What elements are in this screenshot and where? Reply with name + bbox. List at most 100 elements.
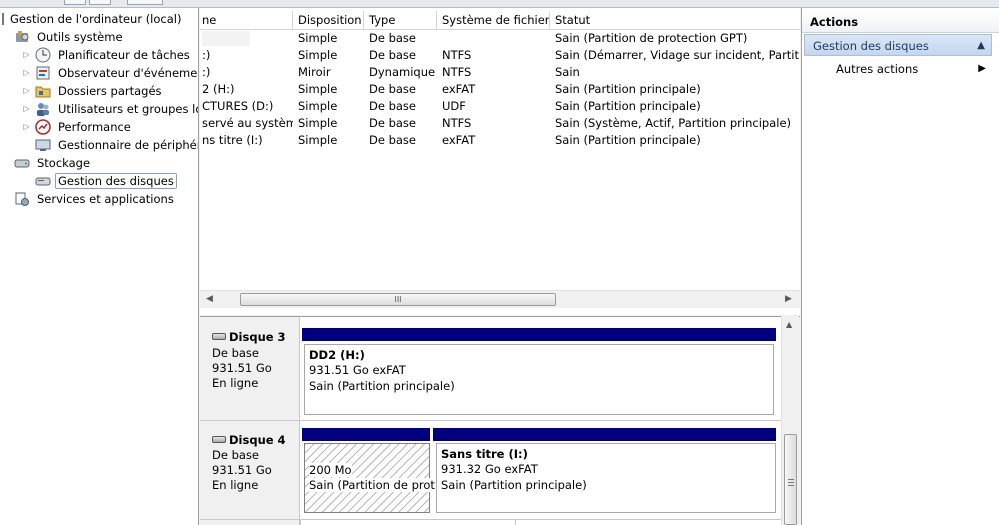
toolbar-button[interactable] [89,0,111,5]
volume-row[interactable]: ns titre (I:) Simple De base exFAT Sain (Par… [200,132,800,149]
cell-type: De base [369,48,416,62]
toolbar-strip [0,0,999,8]
scroll-left-icon[interactable]: ◀ [206,294,213,304]
vertical-scrollbar[interactable]: ▲ [781,316,799,525]
column-header-filesystem[interactable]: Système de fichiers [437,11,550,30]
expand-arrow-icon[interactable]: ▷ [22,68,31,77]
cell-status: Sain (Partition principale) [555,82,701,96]
actions-title: Actions [802,11,999,33]
volume-row[interactable]: CTURES (D:) Simple De base UDF Sain (Partiti… [200,98,800,115]
console-tree: Gestion de l'ordinateur (local) Outils s… [0,8,199,525]
more-actions-item[interactable]: Autres actions ▶ [836,60,986,78]
cell-type: De base [369,116,416,130]
cell-volume: ns titre (I:) [202,133,263,147]
tree-item-task-scheduler[interactable]: ▷ Planificateur de tâches [22,46,193,64]
volume-list: ne Disposition Type Système de fichiers … [200,8,800,315]
cell-filesystem: NTFS [442,116,472,130]
horizontal-scrollbar[interactable]: ◀ III ▶ [200,290,800,308]
tree-item-label: Gestionnaire de périphériq [58,138,199,152]
cell-layout: Simple [298,48,338,62]
cell-layout: Miroir [298,65,331,79]
tree-item-users-groups[interactable]: ▷ Utilisateurs et groupes loca [22,100,198,118]
column-header-status[interactable]: Statut [550,11,800,30]
cell-type: De base [369,82,416,96]
tree-item-label: Planificateur de tâches [58,48,190,62]
column-header-layout[interactable]: Disposition [293,11,364,30]
toolbar-button[interactable] [64,0,86,5]
expand-arrow-icon[interactable]: ▷ [22,104,31,113]
toolbar-button[interactable] [127,0,163,5]
cell-status: Sain (Partition de protection GPT) [555,31,748,45]
partition-size: 931.51 Go exFAT [309,363,406,377]
column-header-name[interactable]: ne [200,11,293,30]
disk-status: En ligne [212,478,259,492]
actions-section-label: Gestion des disques [813,39,929,53]
cell-volume: :) [202,65,211,79]
disk-info-disk3[interactable]: Disque 3 De base 931.51 Go En ligne [200,317,300,421]
collapse-arrow-icon[interactable]: ▲ [977,35,985,57]
disk-partitions-disk3: DD2 (H:) 931.51 Go exFAT Sain (Partition… [300,317,781,421]
tree-item-label: Stockage [37,156,91,170]
disk-type: De base [212,346,259,360]
disk-type: De base [212,448,259,462]
cell-volume [200,30,293,47]
hard-disk-icon [212,436,226,443]
cell-volume: CTURES (D:) [202,99,274,113]
partition-status: Sain (Partition de prot [309,478,435,492]
services-icon [14,191,30,207]
tree-item-performance[interactable]: ▷ Performance [22,118,134,136]
tree-item-shared-folders[interactable]: ▷ Dossiers partagés [22,82,165,100]
expand-arrow-icon[interactable]: ▷ [22,50,31,59]
scroll-up-icon[interactable]: ▲ [786,320,792,329]
cell-filesystem: exFAT [442,133,476,147]
submenu-arrow-icon: ▶ [978,63,986,74]
expand-arrow-icon[interactable]: ▷ [22,86,31,95]
partition-h[interactable]: DD2 (H:) 931.51 Go exFAT Sain (Partition… [304,344,774,415]
partition-efi[interactable]: 200 Mo Sain (Partition de prot [304,443,435,513]
disk-title: Disque 4 [212,433,286,447]
cell-layout: Simple [298,82,338,96]
tree-item-device-manager[interactable]: Gestionnaire de périphériq [35,136,199,154]
cell-volume: servé au système [202,116,293,130]
tree-item-disk-management[interactable]: Gestion des disques [35,172,177,190]
more-actions-label: Autres actions [836,62,919,76]
tree-item-event-viewer[interactable]: ▷ Observateur d'événements [22,64,198,82]
partition-status: Sain (Partition principale) [309,379,455,393]
tree-root[interactable]: Gestion de l'ordinateur (local) [2,10,184,28]
partition-title: DD2 (H:) [309,348,365,362]
scroll-thumb[interactable]: III [240,293,556,306]
disk-info-next [200,520,300,525]
cell-filesystem: exFAT [442,82,476,96]
cell-type: Dynamique [369,65,436,79]
volume-row[interactable]: 2 (H:) Simple De base exFAT Sain (Partition … [200,81,800,98]
volume-row[interactable]: :) Simple De base NTFS Sain (Démarrer, Vidag… [200,47,800,64]
cell-layout: Simple [298,31,338,45]
scroll-thumb[interactable] [784,434,797,525]
tree-root-label: Gestion de l'ordinateur (local) [10,12,182,26]
volume-row[interactable]: Simple De base Sain (Partition de protecti… [200,30,800,47]
expand-arrow-icon[interactable]: ▷ [22,122,31,131]
tree-item-label: Outils système [37,30,123,44]
volume-row[interactable]: servé au système Simple De base NTFS Sain (S… [200,115,800,132]
cell-status: Sain (Partition principale) [555,99,701,113]
tree-item-storage[interactable]: Stockage [14,154,93,172]
tree-item-system-tools[interactable]: Outils système [14,28,126,46]
volume-list-header: ne Disposition Type Système de fichiers … [200,11,800,30]
disk-partitions-disk4: 200 Mo Sain (Partition de prot Sans titr… [300,421,781,520]
tools-icon [14,29,30,45]
cell-status: Sain (Système, Actif, Partition principa… [555,116,792,130]
cell-type: De base [369,31,416,45]
cell-volume: 2 (H:) [202,82,235,96]
volume-row[interactable]: :) Miroir Dynamique NTFS Sain [200,64,800,81]
column-header-type[interactable]: Type [364,11,437,30]
actions-section-disk-management[interactable]: Gestion des disques ▲ [804,34,992,56]
tree-item-services-applications[interactable]: Services et applications [14,190,177,208]
partition-i[interactable]: Sans titre (I:) 931.32 Go exFAT Sain (Pa… [436,443,776,513]
scroll-right-icon[interactable]: ▶ [785,294,792,304]
cell-volume: :) [202,48,211,62]
partition-size: 200 Mo [309,463,352,477]
disk-info-disk4[interactable]: Disque 4 De base 931.51 Go En ligne [200,421,300,520]
disk-name: Disque 4 [229,433,286,447]
cell-filesystem: NTFS [442,48,472,62]
clock-icon [35,47,51,63]
